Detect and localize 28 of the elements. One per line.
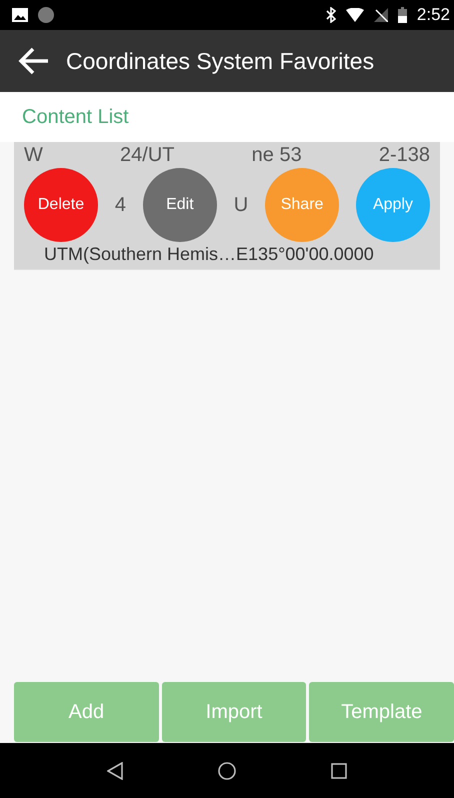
action-button[interactable]: Share	[265, 168, 340, 242]
screen-title: Coordinates System Favorites	[66, 48, 374, 74]
section-title: Content List	[22, 106, 129, 128]
bottom-button[interactable]: Add	[14, 682, 159, 742]
bluetooth-icon	[326, 7, 336, 23]
battery-icon	[398, 7, 407, 23]
back-arrow-icon[interactable]	[18, 47, 50, 75]
action-button[interactable]: Edit	[142, 168, 217, 242]
item-text-fragment: W	[24, 144, 43, 166]
bottom-button[interactable]: Template	[309, 682, 454, 742]
square-icon[interactable]	[330, 762, 347, 778]
image-icon	[12, 8, 28, 22]
back-triangle-icon[interactable]	[107, 762, 124, 780]
item-subtitle: UTM(Southern Hemis…E135°00'00.0000	[43, 244, 375, 265]
status-time: 2:52	[416, 5, 450, 25]
wifi-icon	[346, 8, 364, 22]
item-text-fragment: 2-138	[378, 144, 430, 166]
action-button[interactable]: Delete	[24, 168, 98, 242]
item-text-fragment: ne 53	[252, 144, 302, 166]
action-button[interactable]: Apply	[356, 168, 430, 242]
item-text-fragment: U	[234, 194, 248, 216]
item-text-fragment: 24/UT	[120, 144, 174, 166]
no-signal-icon	[374, 8, 388, 22]
item-text-fragment: 4	[114, 194, 126, 216]
circle-icon	[38, 7, 54, 23]
bottom-button[interactable]: Import	[162, 682, 306, 742]
home-circle-icon[interactable]	[218, 762, 236, 780]
list-item[interactable]: W 24/UT ne 53 2-138 Delete 4 Edit U Share Apply UTM(Southern Hemis…E135°00'00.0000	[14, 142, 440, 270]
